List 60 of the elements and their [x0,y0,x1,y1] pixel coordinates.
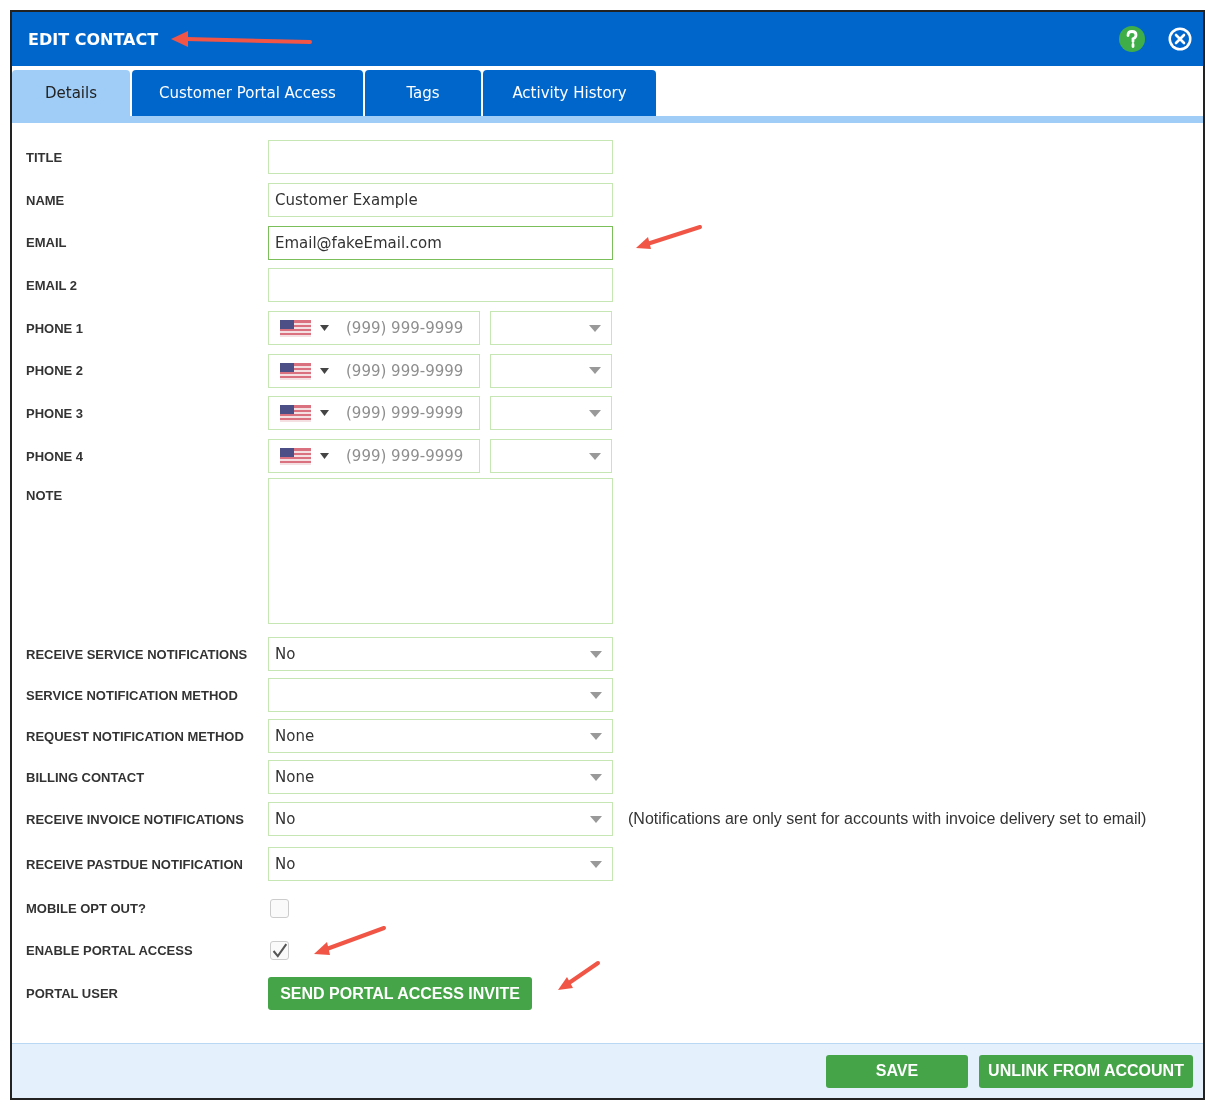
field-label: MOBILE OPT OUT? [26,901,147,916]
field-label: TITLE [26,149,64,165]
field-label: PORTAL USER [26,986,119,1001]
close-icon[interactable] [1167,26,1193,52]
dropdown[interactable]: No [268,847,613,881]
tab[interactable]: Activity History [483,70,656,116]
tab[interactable]: Tags [365,70,481,116]
caret-icon [589,452,601,460]
caret-icon [590,860,602,868]
phone-field[interactable]: (999) 999-9999 [268,311,480,346]
checkbox[interactable] [270,941,289,960]
field-label: BILLING CONTACT [26,769,146,785]
hint-text: (Notifications are only sent for accounts with invoice delivery set to email) [628,810,1147,828]
caret-icon [590,732,602,740]
field-label: RECEIVE SERVICE NOTIFICATIONS [26,646,249,662]
note-field[interactable] [268,477,613,624]
caret-icon[interactable] [320,410,329,417]
field-label: REQUEST NOTIFICATION METHOD [26,728,245,744]
text-field[interactable] [268,268,613,303]
dropdown[interactable]: None [268,719,613,753]
field-label: ENABLE PORTAL ACCESS [26,943,194,958]
caret-icon [590,650,602,658]
help-icon[interactable] [1118,25,1146,53]
flag-icon[interactable] [280,405,311,423]
field-label: PHONE 2 [26,363,85,379]
window-title: EDIT CONTACT [28,29,159,49]
dropdown[interactable]: None [268,760,613,794]
text-field[interactable]: Customer Example [268,183,613,218]
phone-field[interactable]: (999) 999-9999 [268,439,480,474]
caret-icon[interactable] [320,367,329,374]
caret-icon [589,324,601,332]
flag-icon[interactable] [280,448,311,466]
field-label: NOTE [26,486,64,503]
phone-field[interactable]: (999) 999-9999 [268,353,480,388]
field-label: PHONE 1 [26,320,85,336]
caret-icon[interactable] [320,325,329,332]
caret-icon [590,773,602,781]
field-label: PHONE 3 [26,405,85,421]
flag-icon[interactable] [280,320,311,338]
caret-icon[interactable] [320,453,329,460]
tab[interactable]: Details [12,70,130,116]
field-label: EMAIL 2 [26,277,79,293]
dropdown[interactable]: No [268,802,613,836]
field-label: EMAIL [26,235,68,251]
text-field[interactable]: Email@fakeEmail.com [268,225,613,260]
field-label: SERVICE NOTIFICATION METHOD [26,687,239,703]
checkbox[interactable] [270,899,289,918]
phone-field[interactable]: (999) 999-9999 [268,396,480,431]
annotation-arrow [556,958,602,993]
caret-icon [590,815,602,823]
field-label: NAME [26,192,66,208]
tab[interactable]: Customer Portal Access [132,70,363,116]
caret-icon [589,367,601,375]
field-label: RECEIVE INVOICE NOTIFICATIONS [26,811,245,827]
caret-icon [589,409,601,417]
text-field[interactable] [268,140,613,175]
caret-icon [590,691,602,699]
field-label: PHONE 4 [26,448,85,464]
dropdown[interactable]: No [268,637,613,671]
field-label: RECEIVE PASTDUE NOTIFICATION [26,856,244,872]
